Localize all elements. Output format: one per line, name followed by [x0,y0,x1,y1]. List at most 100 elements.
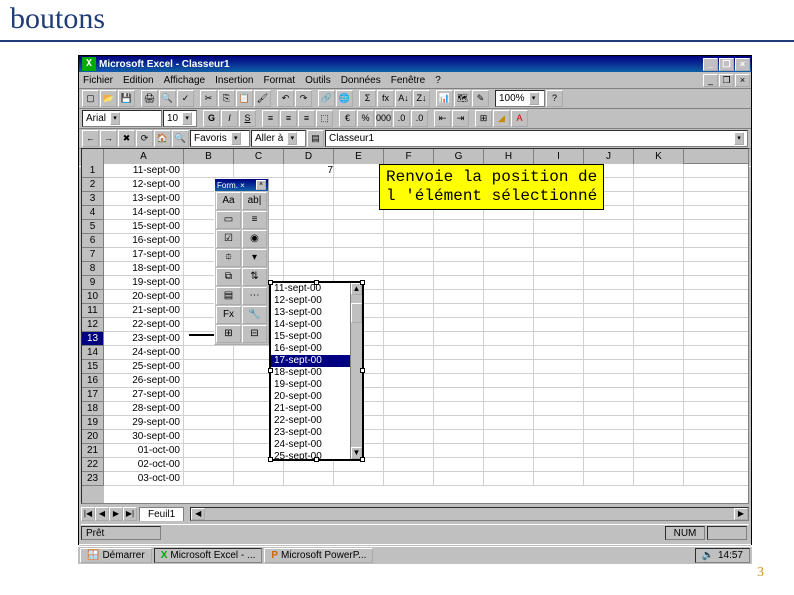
paste-icon[interactable]: 📋 [236,90,253,107]
cell[interactable] [634,192,684,206]
sort-desc-icon[interactable]: Z↓ [413,90,430,107]
cell[interactable] [384,346,434,360]
cell[interactable] [434,402,484,416]
cell[interactable] [184,444,234,458]
bold-icon[interactable]: G [203,110,220,127]
cell[interactable] [334,234,384,248]
font-size-select[interactable]: 10▾ [163,110,197,127]
cell[interactable] [184,346,234,360]
merge-icon[interactable]: ⬚ [316,110,333,127]
doc-restore-button[interactable]: ❐ [719,74,734,87]
cell[interactable] [584,458,634,472]
new-icon[interactable]: ▢ [82,90,99,107]
cell[interactable] [634,444,684,458]
cell[interactable] [434,262,484,276]
drawing-icon[interactable]: ✎ [472,90,489,107]
cell[interactable] [384,360,434,374]
cell[interactable] [534,276,584,290]
cell[interactable] [284,262,334,276]
underline-icon[interactable]: S [239,110,256,127]
forms-tool-icon[interactable]: Fx [216,306,241,324]
comma-icon[interactable]: 000 [375,110,392,127]
cell[interactable] [334,262,384,276]
cell[interactable] [634,164,684,178]
cell[interactable] [184,164,234,178]
cell[interactable] [184,416,234,430]
cell[interactable] [334,206,384,220]
list-item[interactable]: 16-sept-00 [271,343,362,355]
cell[interactable] [484,360,534,374]
cell[interactable] [634,402,684,416]
cell[interactable] [434,458,484,472]
tab-prev-icon[interactable]: ◀ [95,507,109,521]
cell[interactable] [384,304,434,318]
cell[interactable] [634,360,684,374]
cell[interactable] [384,472,434,486]
cell[interactable] [334,472,384,486]
doc-close-button[interactable]: × [735,74,750,87]
cell[interactable]: 19-sept-00 [104,276,184,290]
menu-format[interactable]: Format [263,75,295,86]
cell[interactable] [584,472,634,486]
align-center-icon[interactable]: ≡ [280,110,297,127]
cell[interactable] [534,304,584,318]
list-item[interactable]: 23-sept-00 [271,427,362,439]
cell[interactable] [534,332,584,346]
cell[interactable]: 27-sept-00 [104,388,184,402]
forms-toolbox[interactable]: Form. × × Aaab|▭≡☑◉⯐▾⧉⇅▤⋯Fx🔧⊞⊟ [214,178,269,345]
cell[interactable] [584,318,634,332]
cell[interactable] [484,220,534,234]
row-header[interactable]: 2 [82,178,104,192]
list-item[interactable]: 17-sept-00 [271,355,362,367]
cell[interactable] [384,430,434,444]
cell[interactable]: 12-sept-00 [104,178,184,192]
row-header[interactable]: 6 [82,234,104,248]
cell[interactable] [434,332,484,346]
cell[interactable] [584,374,634,388]
row-header[interactable]: 13 [82,332,104,346]
cell[interactable] [534,290,584,304]
cell[interactable] [534,360,584,374]
cell[interactable] [434,472,484,486]
stop-icon[interactable]: ✖ [118,130,135,147]
autosum-icon[interactable]: Σ [359,90,376,107]
cell[interactable] [584,332,634,346]
cell[interactable] [434,290,484,304]
cell[interactable] [434,220,484,234]
cell[interactable] [634,318,684,332]
column-header[interactable]: G [434,149,484,164]
cell[interactable] [184,472,234,486]
cell[interactable] [534,388,584,402]
home-icon[interactable]: 🏠 [154,130,171,147]
cell[interactable] [484,430,534,444]
cell[interactable] [584,304,634,318]
column-header[interactable]: I [534,149,584,164]
forms-tool-icon[interactable]: ⋯ [242,287,267,305]
cell[interactable] [584,290,634,304]
cell[interactable] [584,402,634,416]
close-button[interactable]: × [735,58,750,71]
cell[interactable] [484,458,534,472]
cell[interactable]: 15-sept-00 [104,220,184,234]
borders-icon[interactable]: ⊞ [475,110,492,127]
restore-button[interactable]: ❐ [719,58,734,71]
cell[interactable] [484,472,534,486]
taskbar-excel[interactable]: XMicrosoft Excel - ... [154,548,263,563]
cell[interactable] [434,304,484,318]
column-header[interactable]: E [334,149,384,164]
cell[interactable] [634,388,684,402]
forms-tool-icon[interactable]: ≡ [242,211,267,229]
align-right-icon[interactable]: ≡ [298,110,315,127]
cell[interactable] [584,248,634,262]
column-header[interactable]: F [384,149,434,164]
scroll-thumb[interactable] [351,303,362,323]
cut-icon[interactable]: ✂ [200,90,217,107]
cell[interactable]: 25-sept-00 [104,360,184,374]
spell-icon[interactable]: ✓ [177,90,194,107]
cell[interactable]: 11-sept-00 [104,164,184,178]
start-button[interactable]: 🪟Démarrer [80,548,152,563]
column-headers[interactable]: ABCDEFGHIJK [82,149,748,164]
cell[interactable] [484,444,534,458]
cell[interactable]: 29-sept-00 [104,416,184,430]
fx-icon[interactable]: fx [377,90,394,107]
